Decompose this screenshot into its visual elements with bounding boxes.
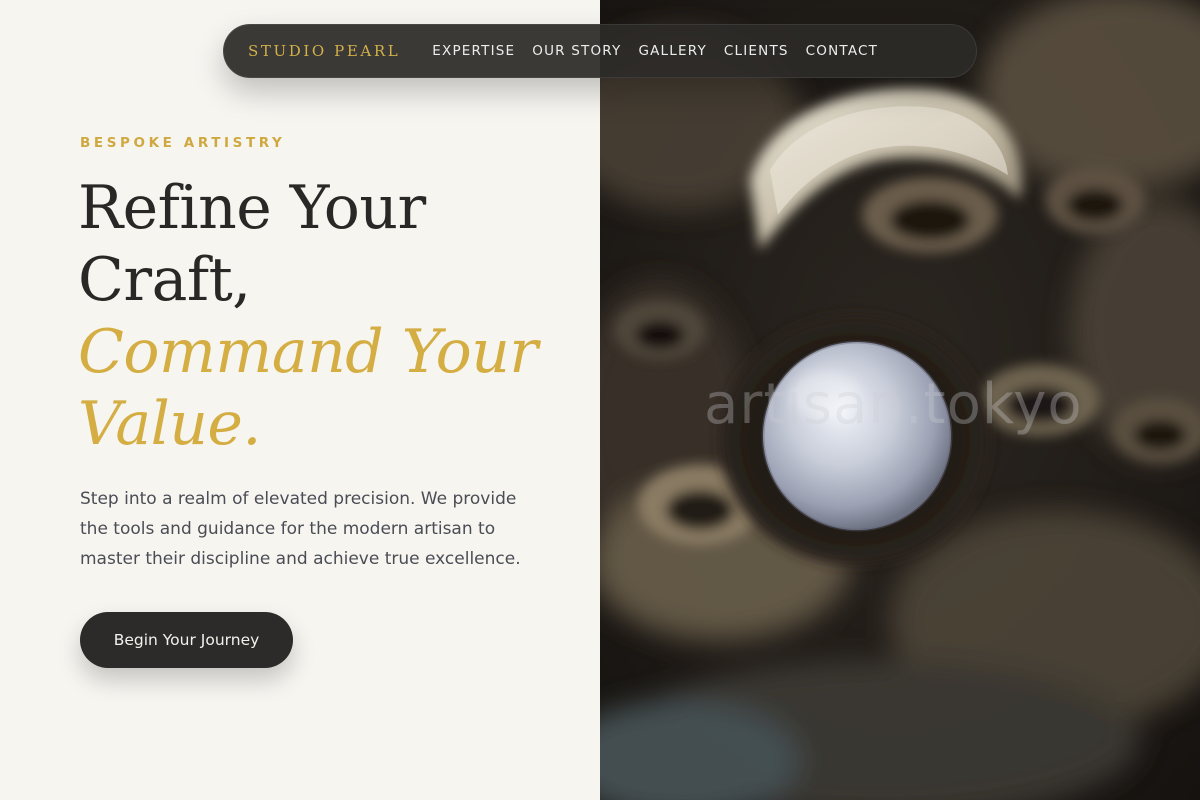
- top-navigation: STUDIO PEARL EXPERTISE OUR STORY GALLERY…: [223, 24, 977, 78]
- headline-line: Craft,: [78, 245, 251, 315]
- hero-headline: Refine Your Craft, Command Your Value.: [78, 172, 538, 460]
- hero-eyebrow: BESPOKE ARTISTRY: [80, 135, 286, 151]
- begin-journey-button[interactable]: Begin Your Journey: [80, 612, 293, 668]
- hero-text-panel: BESPOKE ARTISTRY Refine Your Craft, Comm…: [0, 0, 600, 800]
- hero-image: artisan.tokyo: [600, 0, 1200, 800]
- headline-accent-line: Command Your: [78, 317, 538, 387]
- nav-link-gallery[interactable]: GALLERY: [638, 43, 706, 59]
- brand-logo-link[interactable]: STUDIO PEARL: [248, 42, 400, 60]
- nav-link-expertise[interactable]: EXPERTISE: [432, 43, 515, 59]
- pearl-oyster-photo: [600, 0, 1200, 800]
- nav-link-clients[interactable]: CLIENTS: [724, 43, 789, 59]
- headline-accent-line: Value.: [78, 389, 262, 459]
- nav-link-contact[interactable]: CONTACT: [806, 43, 878, 59]
- nav-link-our-story[interactable]: OUR STORY: [532, 43, 621, 59]
- page: BESPOKE ARTISTRY Refine Your Craft, Comm…: [0, 0, 1200, 800]
- headline-line: Refine Your: [78, 173, 426, 243]
- hero-description: Step into a realm of elevated precision.…: [80, 489, 521, 569]
